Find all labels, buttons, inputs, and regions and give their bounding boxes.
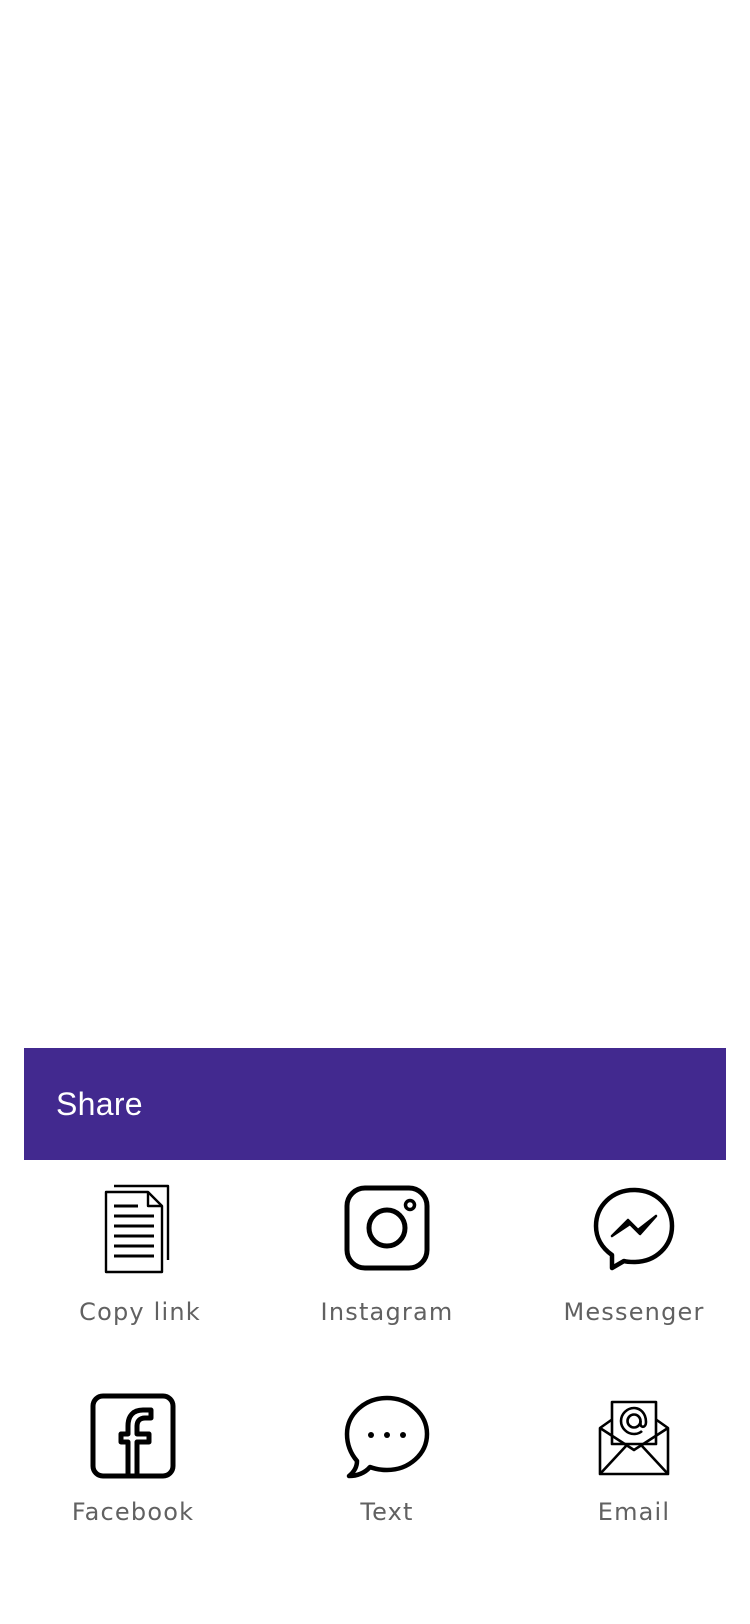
share-options-grid: Copy link Instagram Messenger Facebook T…: [24, 1160, 726, 1624]
share-option-text[interactable]: Text: [277, 1388, 497, 1568]
share-sheet-header: Share: [24, 1048, 726, 1160]
share-sheet-title: Share: [56, 1085, 143, 1122]
share-option-email[interactable]: Email: [524, 1388, 744, 1568]
share-option-label: Facebook: [71, 1498, 195, 1526]
share-bottom-sheet: Share Copy link Instagram Messenger Face…: [24, 1048, 726, 1624]
background-area[interactable]: [0, 0, 750, 1048]
messenger-icon: [586, 1180, 682, 1276]
share-option-label: Instagram: [320, 1298, 454, 1326]
envelope-at-icon: [586, 1388, 682, 1484]
facebook-icon: [85, 1388, 181, 1484]
document-copy-icon: [92, 1180, 188, 1276]
share-option-instagram[interactable]: Instagram: [277, 1180, 497, 1360]
share-option-label: Text: [360, 1498, 414, 1526]
chat-bubble-icon: [339, 1388, 435, 1484]
instagram-icon: [339, 1180, 435, 1276]
share-option-facebook[interactable]: Facebook: [23, 1388, 243, 1568]
share-option-messenger[interactable]: Messenger: [524, 1180, 744, 1360]
share-option-label: Messenger: [563, 1298, 705, 1326]
share-option-label: Email: [597, 1498, 671, 1526]
screen: Share Copy link Instagram Messenger Face…: [0, 0, 750, 1624]
share-option-label: Copy link: [79, 1298, 201, 1326]
share-option-copy-link[interactable]: Copy link: [30, 1180, 250, 1360]
